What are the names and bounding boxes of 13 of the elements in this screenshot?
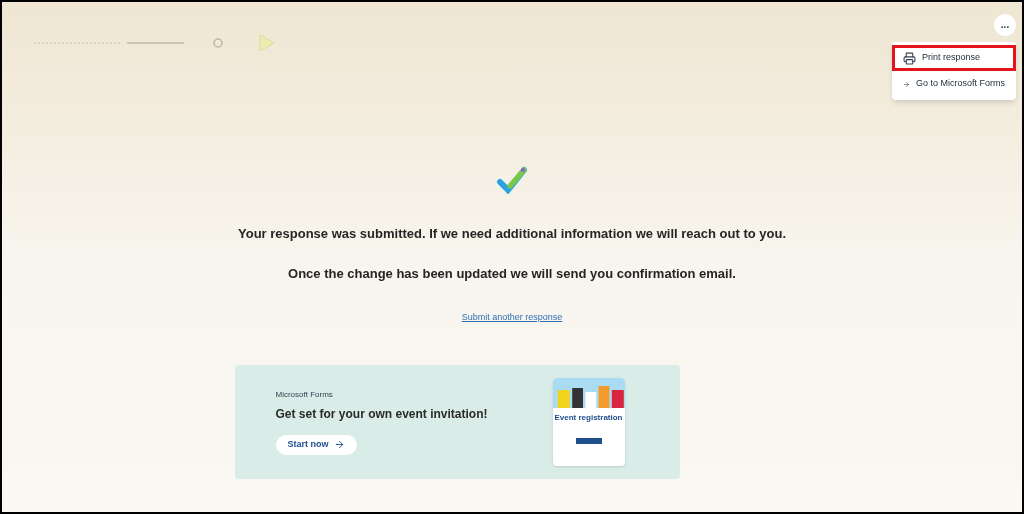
arrow-right-icon xyxy=(333,439,345,450)
start-now-button[interactable]: Start now xyxy=(275,434,357,455)
more-options-button[interactable]: ... xyxy=(994,14,1016,36)
menu-item[interactable]: Print response xyxy=(892,45,1016,71)
promo-headline: Get set for your own event invitation! xyxy=(275,405,488,423)
printer-icon xyxy=(903,51,916,65)
preview-title: Event registration xyxy=(554,411,623,424)
menu-item[interactable]: Go to Microsoft Forms xyxy=(892,71,1016,97)
confirmation-message: Your response was submitted. If we need additional information we will reach out to you. xyxy=(238,225,786,243)
checkmark-icon xyxy=(496,164,528,194)
submit-another-link[interactable]: Submit another response xyxy=(461,311,563,325)
confirmation-message: Once the change has been updated we will send you confirmation email. xyxy=(288,264,736,283)
promo-brand: Microsoft Forms xyxy=(275,388,334,401)
